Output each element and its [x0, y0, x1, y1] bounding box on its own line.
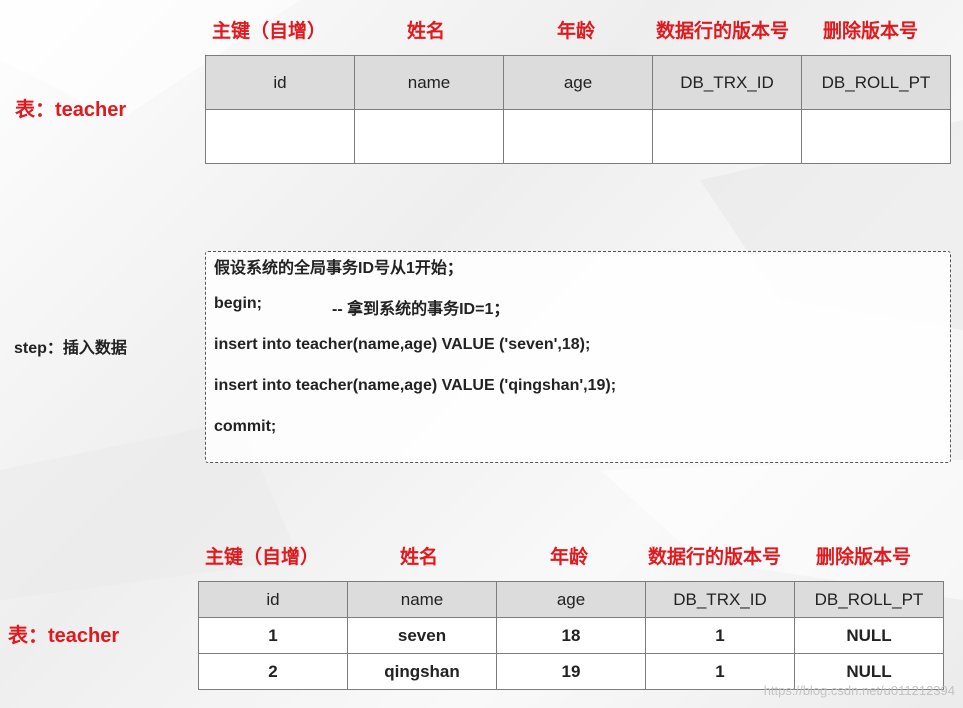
cell-id: 2 [198, 653, 348, 690]
code-comment-line: 假设系统的全局事务ID号从1开始； [214, 260, 463, 277]
cell-age: 19 [496, 653, 646, 690]
column-header-db-roll-pt: DB_ROLL_PT [801, 55, 951, 110]
cell-name: seven [347, 617, 497, 654]
header-age: 年龄 [557, 21, 596, 42]
header-name: 姓名 [407, 21, 446, 42]
column-header-name: name [354, 55, 504, 110]
teacher-table-empty: id name age DB_TRX_ID DB_ROLL_PT [205, 55, 951, 164]
code-begin: begin; [214, 295, 262, 312]
table-cell [205, 109, 355, 164]
cell-id: 1 [198, 617, 348, 654]
table-row: 1 seven 18 1 NULL [198, 617, 944, 654]
header-primary-key: 主键（自增） [205, 547, 320, 568]
cell-db-trx-id: 1 [645, 617, 795, 654]
sql-code-box: 假设系统的全局事务ID号从1开始； begin; -- 拿到系统的事务ID=1；… [205, 251, 951, 463]
column-header-age: age [496, 581, 646, 618]
table-cell [801, 109, 951, 164]
header-primary-key: 主键（自增） [212, 21, 327, 42]
cell-name: qingshan [347, 653, 497, 690]
code-commit-line: commit; [214, 418, 277, 435]
code-begin-comment: -- 拿到系统的事务ID=1； [332, 301, 510, 318]
table-header-row: id name age DB_TRX_ID DB_ROLL_PT [205, 55, 951, 110]
cell-db-roll-pt: NULL [794, 617, 944, 654]
header-row-version: 数据行的版本号 [656, 21, 790, 42]
code-insert-line-1: insert into teacher(name,age) VALUE ('se… [214, 336, 591, 353]
header-age: 年龄 [550, 547, 589, 568]
column-header-age: age [503, 55, 653, 110]
table-cell [354, 109, 504, 164]
table-empty-row [205, 109, 951, 164]
table-cell [652, 109, 802, 164]
column-header-db-trx-id: DB_TRX_ID [645, 581, 795, 618]
column-header-id: id [205, 55, 355, 110]
header-delete-version: 删除版本号 [816, 547, 912, 568]
step-label: step：插入数据 [14, 340, 127, 357]
teacher-table-filled: id name age DB_TRX_ID DB_ROLL_PT 1 seven… [198, 581, 944, 690]
header-row-version: 数据行的版本号 [648, 547, 782, 568]
cell-age: 18 [496, 617, 646, 654]
table-label: 表：teacher [8, 625, 120, 647]
header-name: 姓名 [400, 547, 439, 568]
table-cell [503, 109, 653, 164]
table-label: 表：teacher [15, 99, 127, 121]
table-header-row: id name age DB_TRX_ID DB_ROLL_PT [198, 581, 944, 618]
column-header-name: name [347, 581, 497, 618]
column-header-id: id [198, 581, 348, 618]
column-header-db-trx-id: DB_TRX_ID [652, 55, 802, 110]
watermark: https://blog.csdn.net/u011212394 [763, 683, 955, 698]
header-delete-version: 删除版本号 [823, 21, 919, 42]
column-header-db-roll-pt: DB_ROLL_PT [794, 581, 944, 618]
code-insert-line-2: insert into teacher(name,age) VALUE ('qi… [214, 377, 617, 394]
code-begin-line: begin; -- 拿到系统的事务ID=1； [214, 295, 509, 318]
